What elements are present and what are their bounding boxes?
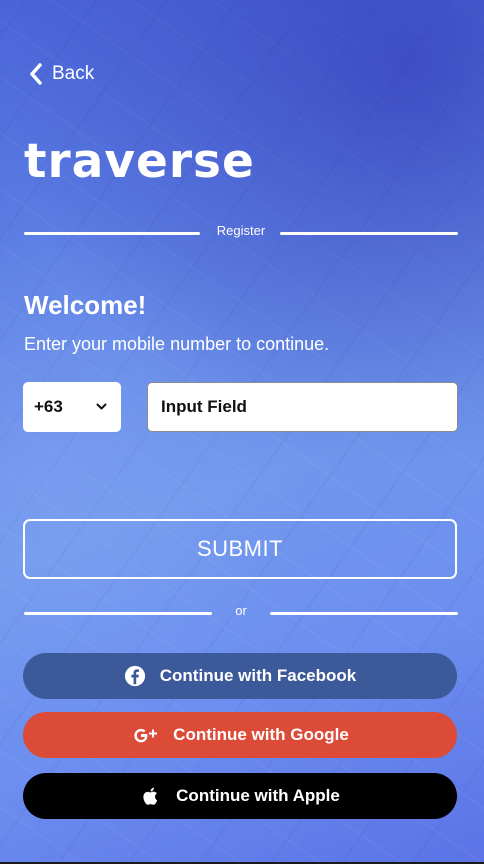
google-login-button[interactable]: Continue with Google	[23, 712, 457, 758]
divider-line-right	[280, 232, 458, 235]
google-button-label: Continue with Google	[173, 725, 349, 744]
or-label: or	[235, 603, 247, 618]
app-logo: traverse	[24, 134, 255, 189]
apple-button-label: Continue with Apple	[176, 786, 340, 805]
register-divider: Register	[24, 223, 458, 243]
facebook-button-label: Continue with Facebook	[159, 666, 357, 685]
welcome-title: Welcome!	[24, 290, 147, 320]
google-plus-icon	[131, 724, 159, 746]
country-code-value: +63	[34, 397, 63, 416]
back-button[interactable]: Back	[28, 60, 94, 88]
or-divider: or	[24, 603, 458, 623]
country-code-select[interactable]: +63	[23, 382, 121, 432]
apple-icon	[140, 785, 162, 807]
welcome-subtitle: Enter your mobile number to continue.	[24, 334, 330, 354]
facebook-icon	[124, 665, 146, 687]
back-label: Back	[52, 63, 95, 84]
submit-button[interactable]: SUBMIT	[23, 519, 457, 579]
chevron-left-icon	[30, 63, 42, 85]
chevron-down-icon	[96, 403, 107, 410]
phone-number-input[interactable]	[159, 396, 446, 418]
register-label: Register	[216, 223, 266, 238]
facebook-login-button[interactable]: Continue with Facebook	[23, 653, 457, 699]
phone-field-container	[147, 382, 458, 432]
apple-login-button[interactable]: Continue with Apple	[23, 773, 457, 819]
divider-line-right	[270, 612, 458, 615]
